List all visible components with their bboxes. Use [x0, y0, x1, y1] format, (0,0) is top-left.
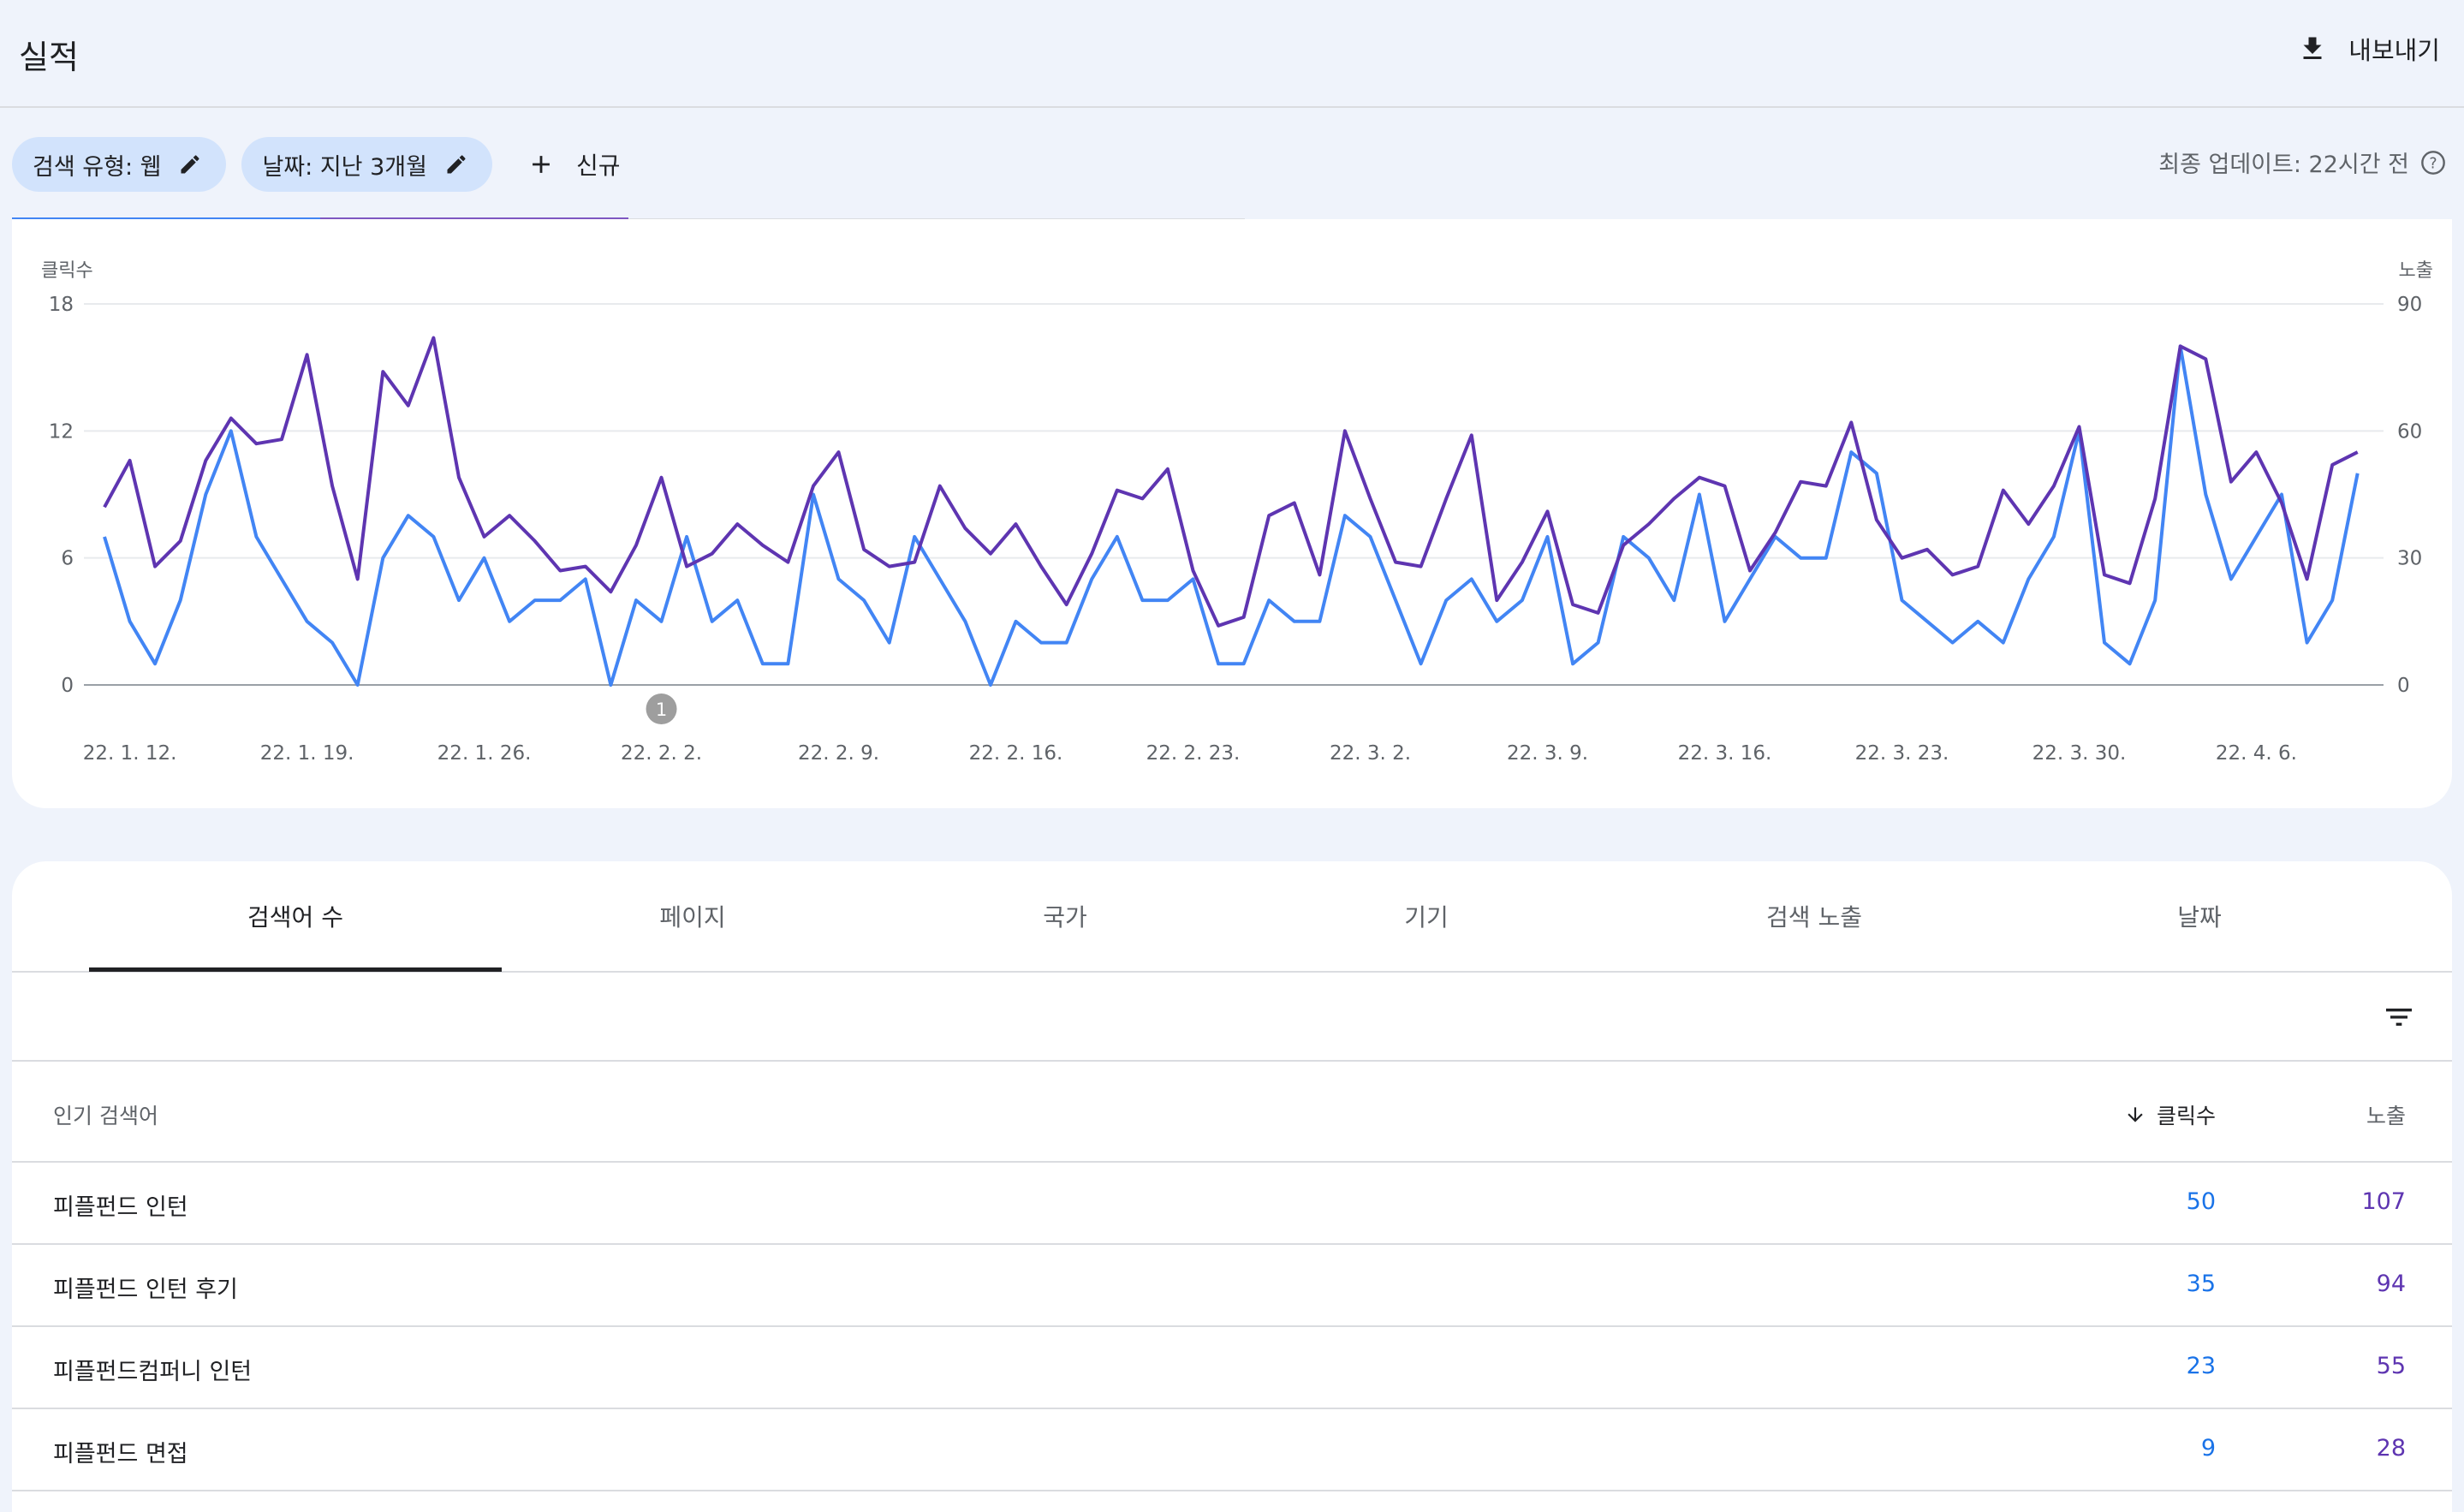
impressions-cell: 94 — [2376, 1271, 2406, 1297]
impressions-series-line — [103, 336, 2359, 628]
clicks-cell: 50 — [2186, 1188, 2216, 1215]
query-cell: 피플펀드컴퍼니 인턴 — [53, 1359, 253, 1385]
tab-countries[interactable]: 국가 — [1043, 899, 1087, 933]
left-axis-tick: 0 — [61, 675, 74, 697]
impressions-cell: 107 — [2361, 1188, 2406, 1215]
table-row[interactable]: 피플펀드 인턴 후기 35 94 — [12, 1245, 2452, 1327]
table-row[interactable]: 피플펀드 면접 9 28 — [12, 1409, 2452, 1491]
right-axis-tick: 90 — [2397, 294, 2422, 316]
x-axis-tick: 22. 3. 9. — [1507, 742, 1588, 765]
column-header-impressions[interactable]: 노출 — [2366, 1099, 2406, 1130]
table-filter-row — [12, 973, 2452, 1062]
clicks-cell: 23 — [2186, 1353, 2216, 1379]
chip-label: 검색 유형: 웹 — [33, 153, 162, 181]
column-header-clicks[interactable]: 클릭수 — [2124, 1099, 2216, 1130]
x-axis-tick: 22. 3. 30. — [2033, 742, 2127, 765]
x-axis-tick: 22. 1. 19. — [260, 742, 354, 765]
annotation-label: 1 — [656, 699, 667, 720]
tab-devices[interactable]: 기기 — [1404, 899, 1449, 933]
plus-icon — [533, 156, 550, 173]
export-button[interactable]: 내보내기 — [2297, 31, 2440, 67]
arrow-down-icon — [2128, 1107, 2143, 1122]
queries-table-card: 검색어 수 페이지 국가 기기 검색 노출 날짜 인기 검색어 클릭수 노출 피… — [12, 861, 2452, 1512]
query-cell: 피플펀드 인턴 — [53, 1194, 188, 1221]
x-axis-tick: 22. 1. 12. — [83, 742, 177, 765]
right-axis-tick: 0 — [2397, 675, 2410, 697]
tab-pages[interactable]: 페이지 — [659, 899, 725, 933]
dimension-tabs: 검색어 수 페이지 국가 기기 검색 노출 날짜 — [12, 861, 2452, 973]
x-axis-tick: 22. 3. 23. — [1855, 742, 1949, 765]
x-axis-tick: 22. 4. 6. — [2216, 742, 2297, 765]
date-range-chip[interactable]: 날짜: 지난 3개월 — [241, 137, 492, 192]
edit-icon — [447, 155, 466, 174]
x-axis-tick: 22. 2. 2. — [621, 742, 702, 765]
page-header: 실적 내보내기 — [0, 0, 2464, 108]
x-axis-tick: 22. 2. 23. — [1146, 742, 1241, 765]
performance-chart: 클릭수 노출 18 90 12 60 6 30 0 0 22. 1. 12. 22. 1. 19… — [41, 260, 2433, 765]
impressions-cell: 28 — [2376, 1435, 2406, 1461]
column-header-clicks-label: 클릭수 — [2156, 1104, 2216, 1128]
right-axis-label: 노출 — [2399, 260, 2433, 282]
table-row[interactable]: 피플펀드 인턴 50 107 — [12, 1163, 2452, 1245]
table-header: 인기 검색어 클릭수 노출 — [12, 1062, 2452, 1163]
filter-list-icon[interactable] — [2382, 1000, 2416, 1034]
tab-search-appearance[interactable]: 검색 노출 — [1766, 899, 1862, 933]
chip-label: 날짜: 지난 3개월 — [262, 153, 427, 181]
tab-queries[interactable]: 검색어 수 — [247, 899, 343, 933]
clicks-series-line — [103, 344, 2360, 687]
impressions-cell: 55 — [2376, 1353, 2406, 1379]
page-title: 실적 — [19, 39, 79, 76]
x-axis-tick: 22. 2. 16. — [969, 742, 1063, 765]
last-update-text: 최종 업데이트: 22시간 전 — [2158, 152, 2409, 178]
performance-chart-card: 클릭수 노출 18 90 12 60 6 30 0 0 22. 1. 12. 22. 1. 19… — [12, 219, 2452, 808]
new-filter-label: 신규 — [575, 152, 621, 180]
x-axis-tick: 22. 1. 26. — [437, 742, 532, 765]
right-axis-tick: 60 — [2397, 420, 2422, 443]
svg-text:?: ? — [2429, 155, 2437, 172]
edit-icon — [181, 155, 199, 174]
x-axis-tick: 22. 2. 9. — [798, 742, 879, 765]
tab-dates[interactable]: 날짜 — [2177, 899, 2222, 933]
clicks-cell: 35 — [2186, 1271, 2216, 1297]
filter-bar: 검색 유형: 웹 날짜: 지난 3개월 신규 — [12, 137, 620, 192]
new-filter-button[interactable]: 신규 — [527, 147, 621, 182]
search-type-chip[interactable]: 검색 유형: 웹 — [12, 137, 227, 192]
export-label: 내보내기 — [2348, 36, 2440, 65]
x-axis-tick: 22. 3. 2. — [1330, 742, 1411, 765]
last-update: 최종 업데이트: 22시간 전 ? — [2158, 146, 2447, 179]
active-tab-underline — [89, 967, 502, 972]
left-axis-tick: 12 — [49, 420, 74, 443]
clicks-cell: 9 — [2200, 1435, 2216, 1461]
query-cell: 피플펀드 면접 — [53, 1441, 188, 1467]
left-axis-tick: 6 — [61, 548, 74, 570]
column-header-query[interactable]: 인기 검색어 — [53, 1099, 158, 1130]
left-axis-label: 클릭수 — [41, 260, 93, 282]
help-icon[interactable]: ? — [2419, 149, 2447, 176]
x-axis-tick: 22. 3. 16. — [1678, 742, 1772, 765]
download-icon — [2303, 37, 2322, 59]
left-axis-tick: 18 — [49, 294, 74, 316]
table-row[interactable]: 피플펀드컴퍼니 인턴 23 55 — [12, 1327, 2452, 1409]
query-cell: 피플펀드 인턴 후기 — [53, 1277, 238, 1303]
right-axis-tick: 30 — [2397, 548, 2422, 570]
